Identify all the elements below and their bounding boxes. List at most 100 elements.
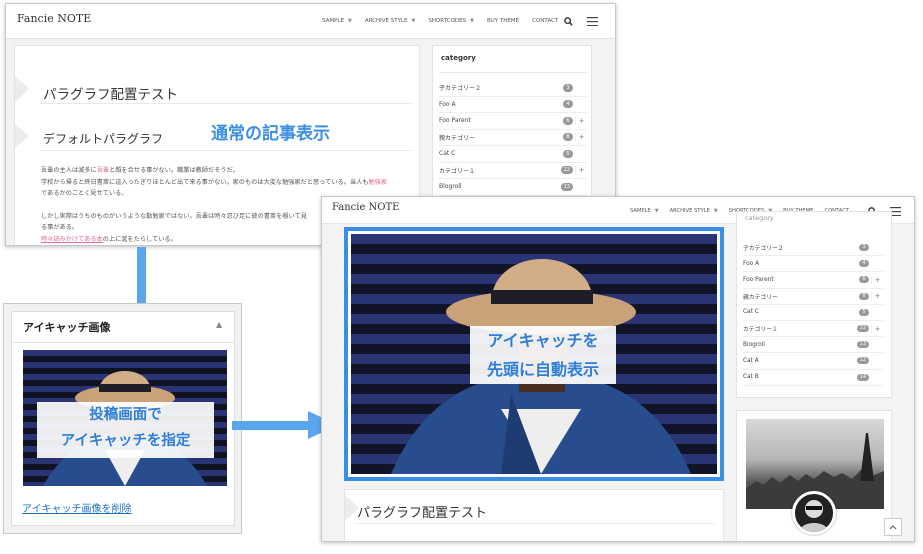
- main-nav: SAMPLE▼ ARCHIVE STYLE▼ SHORTCODES▼ BUY T…: [322, 18, 558, 24]
- category-item-label: 親カテゴリー: [743, 294, 778, 301]
- image-widget: [736, 410, 892, 541]
- title-flag-decoration: [15, 76, 29, 102]
- expand-plus-icon[interactable]: +: [575, 133, 587, 142]
- category-item-label: Foo A: [743, 260, 760, 267]
- category-item[interactable]: Blogroll 13: [743, 337, 883, 354]
- category-widget: category 子カテゴリー２ 3 Foo A 4 Foo Parent 6 + 親カテゴリ…: [736, 211, 892, 398]
- category-count-badge: 22: [856, 325, 869, 333]
- avatar: [792, 491, 836, 535]
- category-item-label: Foo Parent: [439, 117, 471, 125]
- title-underline: [355, 523, 715, 524]
- category-count-badge: 8: [859, 292, 869, 300]
- heading-underline: [40, 150, 412, 151]
- section-heading: デフォルトパラグラフ: [43, 132, 164, 146]
- category-count-badge: 8: [563, 133, 573, 142]
- nav-item-archive-style[interactable]: ARCHIVE STYLE ▼: [365, 18, 416, 24]
- nav-item-sample[interactable]: SAMPLE ▼: [322, 18, 352, 24]
- nav-item-sample[interactable]: SAMPLE ▼: [630, 208, 659, 214]
- category-count-badge: 5: [563, 149, 573, 158]
- front-browser-window: Fancie NOTE SAMPLE▼ ARCHIVE STYLE▼ SHORT…: [321, 196, 915, 542]
- category-item-label: 子カテゴリー２: [743, 246, 784, 253]
- category-item-label: 子カテゴリー２: [439, 85, 482, 93]
- category-count-badge: 22: [560, 166, 573, 175]
- expand-plus-icon[interactable]: +: [871, 324, 883, 333]
- scroll-top-button[interactable]: [884, 518, 902, 536]
- category-item[interactable]: Foo A 4: [743, 256, 883, 273]
- right-arrow-shaft: [232, 421, 312, 430]
- caret-down-icon: ▼: [654, 208, 659, 214]
- category-item-label: Cat A: [743, 357, 759, 364]
- body-link[interactable]: 時々読みかけてある本: [41, 236, 103, 243]
- category-count-badge: 13: [856, 341, 869, 349]
- nav-item-shortcodes[interactable]: SHORTCODES▼: [428, 18, 474, 24]
- nav-item-contact[interactable]: CONTACT: [532, 18, 558, 24]
- category-item[interactable]: Foo Parent 6 +: [439, 113, 587, 130]
- category-count-badge: 3: [563, 83, 573, 92]
- category-item[interactable]: Blogroll 13: [439, 179, 587, 196]
- body-link[interactable]: 勉強家: [368, 179, 387, 186]
- caret-down-icon: ▼: [470, 18, 474, 24]
- category-count-badge: 12: [856, 357, 869, 365]
- nav-item-buy-theme[interactable]: BUY THEME: [487, 18, 519, 24]
- category-item-label: Foo Parent: [743, 276, 774, 283]
- hamburger-menu-icon[interactable]: [586, 16, 598, 26]
- category-item[interactable]: Cat C 5: [743, 305, 883, 321]
- panel-toggle-icon[interactable]: ▲: [216, 320, 222, 329]
- category-item[interactable]: カテゴリー１ 22 +: [743, 321, 883, 338]
- search-icon[interactable]: [563, 16, 573, 26]
- down-arrow-shaft: [137, 247, 146, 305]
- category-item[interactable]: Cat A 12: [743, 353, 883, 370]
- category-item[interactable]: Foo Parent 6 +: [743, 272, 883, 289]
- category-count-badge: 13: [560, 182, 573, 191]
- expand-plus-icon[interactable]: +: [871, 275, 883, 284]
- category-item[interactable]: Cat B 14: [743, 370, 883, 386]
- category-item[interactable]: 子カテゴリー２ 3: [743, 240, 883, 257]
- expand-plus-icon[interactable]: +: [575, 116, 587, 125]
- category-list: 子カテゴリー２ 3 Foo A 4 Foo Parent 6 + 親カテゴリー 8 + Cat C5…: [743, 240, 883, 390]
- front-callout: アイキャッチを 先頭に自動表示: [470, 326, 616, 384]
- caret-down-icon: ▼: [713, 208, 718, 214]
- widget-title: category: [745, 214, 774, 222]
- category-item[interactable]: Cat C 5: [439, 146, 587, 163]
- panel-divider: [12, 342, 234, 343]
- body-link[interactable]: 吾輩: [97, 167, 109, 174]
- widget-title-underline: [439, 72, 587, 73]
- category-item-label: Blogroll: [439, 183, 462, 191]
- category-item[interactable]: 子カテゴリー２ 3: [439, 80, 587, 97]
- article-card: パラグラフ配置テスト: [344, 489, 724, 541]
- caret-down-icon: ▼: [347, 18, 352, 24]
- remove-featured-image-link[interactable]: アイキャッチ画像を削除: [22, 500, 132, 515]
- category-item[interactable]: 親カテゴリー 8 +: [743, 289, 883, 305]
- caret-down-icon: ▼: [411, 18, 416, 24]
- category-item[interactable]: Foo A 4: [439, 97, 587, 113]
- post-title: パラグラフ配置テスト: [43, 87, 178, 103]
- category-count-badge: 3: [859, 244, 869, 252]
- category-item-label: Cat C: [743, 309, 759, 316]
- category-item-label: Foo A: [439, 100, 456, 108]
- category-item-label: Blogroll: [743, 341, 765, 348]
- category-item[interactable]: カテゴリー１ 22 +: [439, 163, 587, 179]
- category-count-badge: 4: [563, 100, 573, 109]
- category-list: 子カテゴリー２ 3 Foo A 4 Foo Parent 6 + 親カテゴリー 8 + Cat C5…: [439, 80, 587, 200]
- category-count-badge: 14: [856, 373, 869, 381]
- category-item-label: Cat B: [743, 374, 759, 381]
- category-count-badge: 5: [859, 308, 869, 316]
- category-count-badge: 4: [859, 260, 869, 268]
- site-logo[interactable]: Fancie NOTE: [17, 12, 91, 25]
- featured-image-panel: アイキャッチ画像 ▲ 投稿画面で アイキャッチを指定 アイキャッチ画像を削除: [3, 303, 242, 534]
- category-count-badge: 6: [563, 116, 573, 125]
- chevron-up-icon: [889, 525, 897, 530]
- heading-flag-decoration: [15, 124, 29, 148]
- category-item-label: カテゴリー１: [743, 327, 778, 334]
- expand-plus-icon[interactable]: +: [575, 166, 587, 175]
- panel-title: アイキャッチ画像: [23, 321, 111, 334]
- nav-item-archive-style[interactable]: ARCHIVE STYLE ▼: [670, 208, 718, 214]
- editor-callout: 投稿画面で アイキャッチを指定: [37, 402, 214, 458]
- site-header: Fancie NOTE SAMPLE▼ ARCHIVE STYLE▼ SHORT…: [6, 4, 615, 39]
- expand-plus-icon[interactable]: +: [871, 292, 883, 301]
- category-item-label: 親カテゴリー: [439, 134, 476, 142]
- category-count-badge: 6: [859, 276, 869, 284]
- category-item-label: Cat C: [439, 150, 456, 158]
- site-logo[interactable]: Fancie NOTE: [332, 202, 399, 213]
- category-item[interactable]: 親カテゴリー 8 +: [439, 130, 587, 146]
